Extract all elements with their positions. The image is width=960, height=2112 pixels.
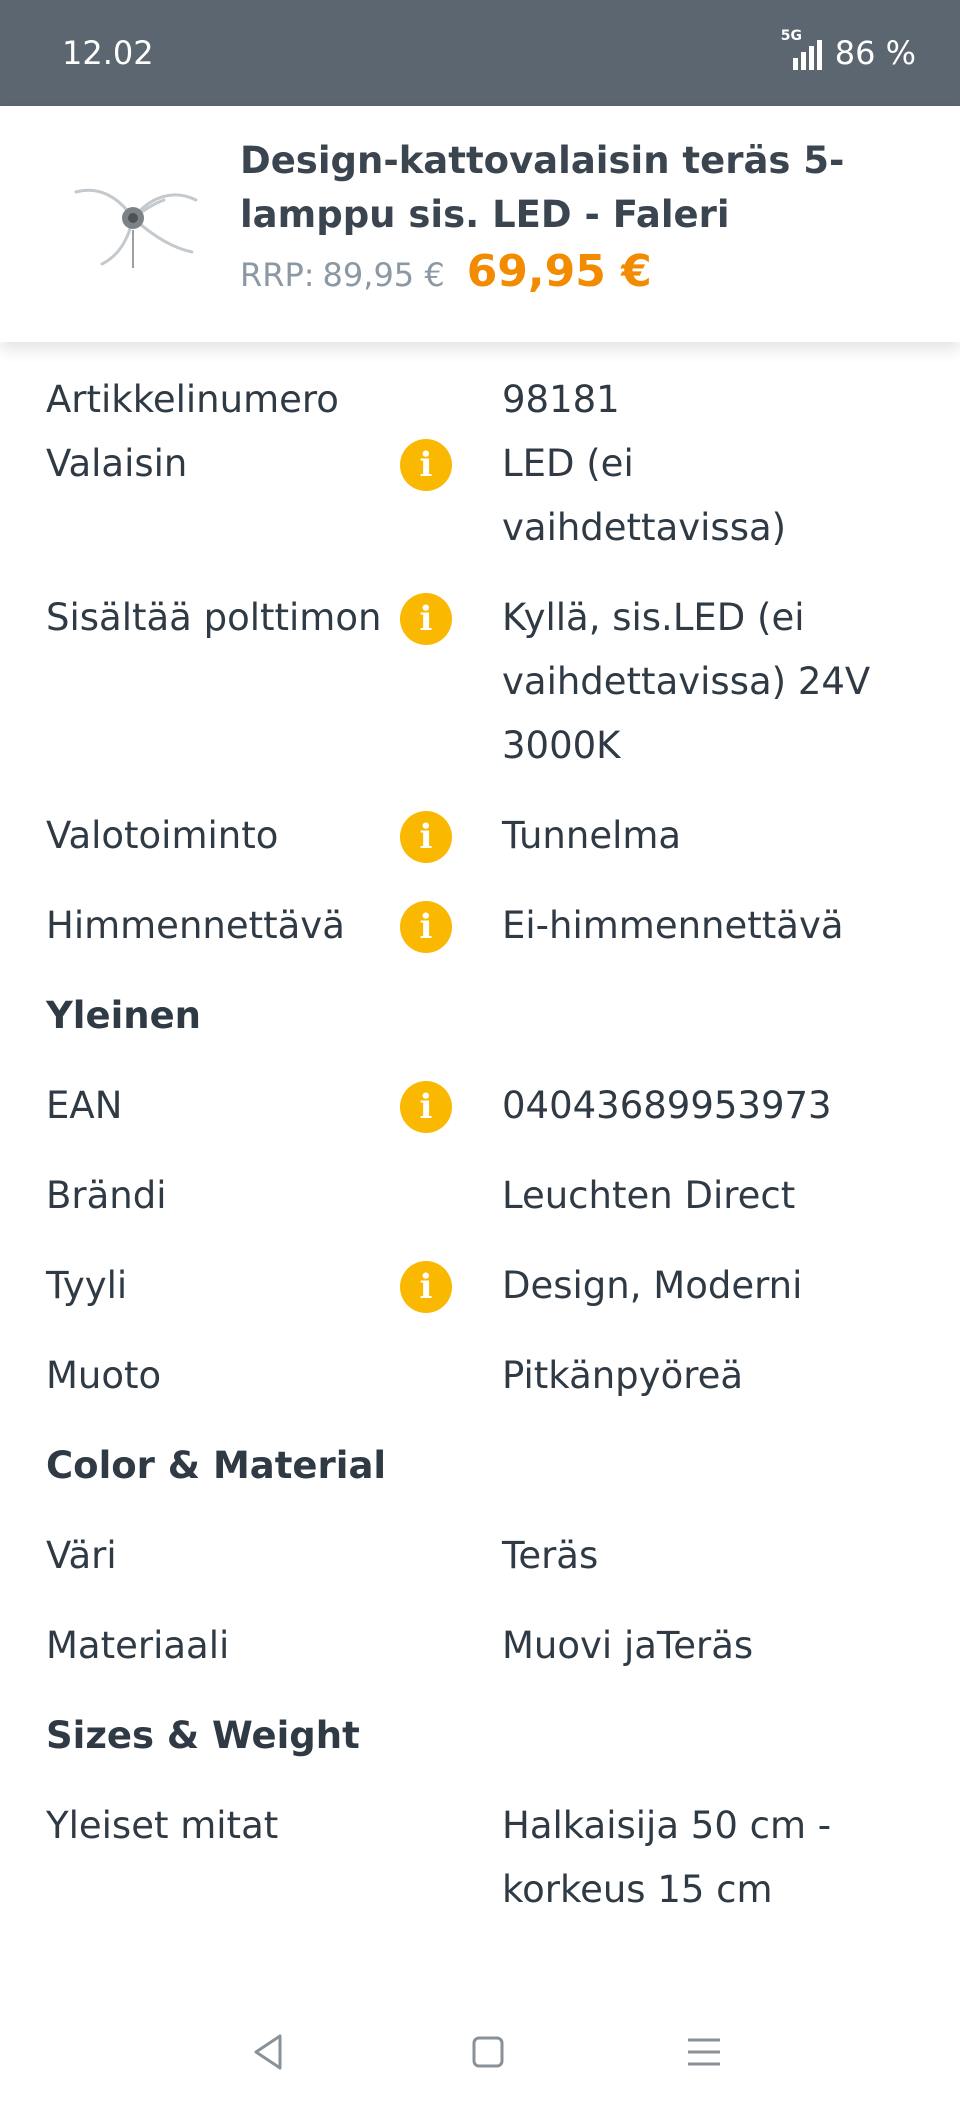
spec-value: Design, Moderni xyxy=(502,1264,803,1307)
rrp-value: 89,95 € xyxy=(322,256,445,294)
section-heading-color-material: Color & Material xyxy=(46,1444,387,1487)
status-bar: 12.02 5G 86 % xyxy=(0,0,960,106)
specifications-list: Artikkelinumero 98181 Valaisin i LED (ei… xyxy=(0,342,960,1992)
spec-value: Tunnelma xyxy=(502,814,682,857)
info-icon[interactable]: i xyxy=(400,811,452,863)
info-icon[interactable]: i xyxy=(400,439,452,491)
signal-icon: 5G xyxy=(781,28,825,72)
product-title[interactable]: Design-kattovalaisin teräs 5-lamppu sis.… xyxy=(240,134,880,242)
price-row: RRP: 89,95 € 69,95 € xyxy=(240,246,652,297)
home-square-icon[interactable] xyxy=(458,2022,518,2082)
status-time: 12.02 xyxy=(62,34,154,72)
spec-label: Materiaali xyxy=(46,1624,230,1667)
system-navigation-bar xyxy=(0,1992,960,2112)
spec-value: Halkaisija 50 cm - korkeus 15 cm xyxy=(502,1804,832,1911)
product-thumbnail xyxy=(74,188,198,268)
spec-value: Kyllä, sis.LED (ei vaihdettavissa) 24V 3… xyxy=(502,596,871,767)
section-heading-general: Yleinen xyxy=(46,994,202,1037)
spec-row: Artikkelinumero 98181 xyxy=(0,342,960,432)
spec-row: Brändi Leuchten Direct xyxy=(0,1164,960,1254)
spec-row: Materiaali Muovi jaTeräs xyxy=(0,1614,960,1704)
spec-label: Brändi xyxy=(46,1174,167,1217)
sale-price: 69,95 € xyxy=(466,246,652,297)
spec-label: EAN xyxy=(46,1084,123,1127)
spec-label: Tyyli xyxy=(46,1264,128,1307)
rrp-price: RRP: 89,95 € xyxy=(240,256,445,294)
info-icon[interactable]: i xyxy=(400,901,452,953)
spec-value: Muovi jaTeräs xyxy=(502,1624,754,1667)
spec-label: Artikkelinumero xyxy=(46,378,339,421)
spec-row: Yleiset mitat Halkaisija 50 cm - korkeus… xyxy=(0,1794,960,1944)
spec-label: Yleiset mitat xyxy=(46,1804,279,1847)
spec-row: Sisältää polttimon i Kyllä, sis.LED (ei … xyxy=(0,586,960,804)
menu-lines-icon[interactable] xyxy=(674,2022,734,2082)
section-heading-sizes-weight: Sizes & Weight xyxy=(46,1714,360,1757)
spec-value: 04043689953973 xyxy=(502,1084,832,1127)
spec-value: Leuchten Direct xyxy=(502,1174,796,1217)
spec-row: Himmennettävä i Ei-himmennettävä xyxy=(0,894,960,984)
spec-row: Valaisin i LED (ei vaihdettavissa) xyxy=(0,432,960,586)
spec-value: Pitkänpyöreä xyxy=(502,1354,744,1397)
spec-label: Sisältää polttimon xyxy=(46,596,382,639)
spec-row: Muoto Pitkänpyöreä xyxy=(0,1344,960,1434)
spec-value: Ei-himmennettävä xyxy=(502,904,844,947)
rrp-label: RRP: xyxy=(240,256,315,294)
battery-level: 86 % xyxy=(834,34,916,72)
spec-value: LED (ei vaihdettavissa) xyxy=(502,442,787,549)
info-icon[interactable]: i xyxy=(400,1081,452,1133)
status-indicators: 5G 86 % xyxy=(781,28,916,72)
spec-value: 98181 xyxy=(502,378,620,421)
spec-value: Teräs xyxy=(502,1534,599,1577)
info-icon[interactable]: i xyxy=(400,593,452,645)
spec-row: EAN i 04043689953973 xyxy=(0,1074,960,1164)
spec-row: Väri Teräs xyxy=(0,1524,960,1614)
spec-label: Valotoiminto xyxy=(46,814,279,857)
info-icon[interactable]: i xyxy=(400,1261,452,1313)
network-type: 5G xyxy=(780,28,802,44)
back-triangle-icon[interactable] xyxy=(238,2022,298,2082)
spec-label: Himmennettävä xyxy=(46,904,345,947)
spec-label: Valaisin xyxy=(46,442,188,485)
spec-label: Muoto xyxy=(46,1354,162,1397)
spec-label: Väri xyxy=(46,1534,117,1577)
product-header[interactable]: Design-kattovalaisin teräs 5-lamppu sis.… xyxy=(0,106,960,342)
spec-row: Valotoiminto i Tunnelma xyxy=(0,804,960,894)
spec-row: Tyyli i Design, Moderni xyxy=(0,1254,960,1344)
